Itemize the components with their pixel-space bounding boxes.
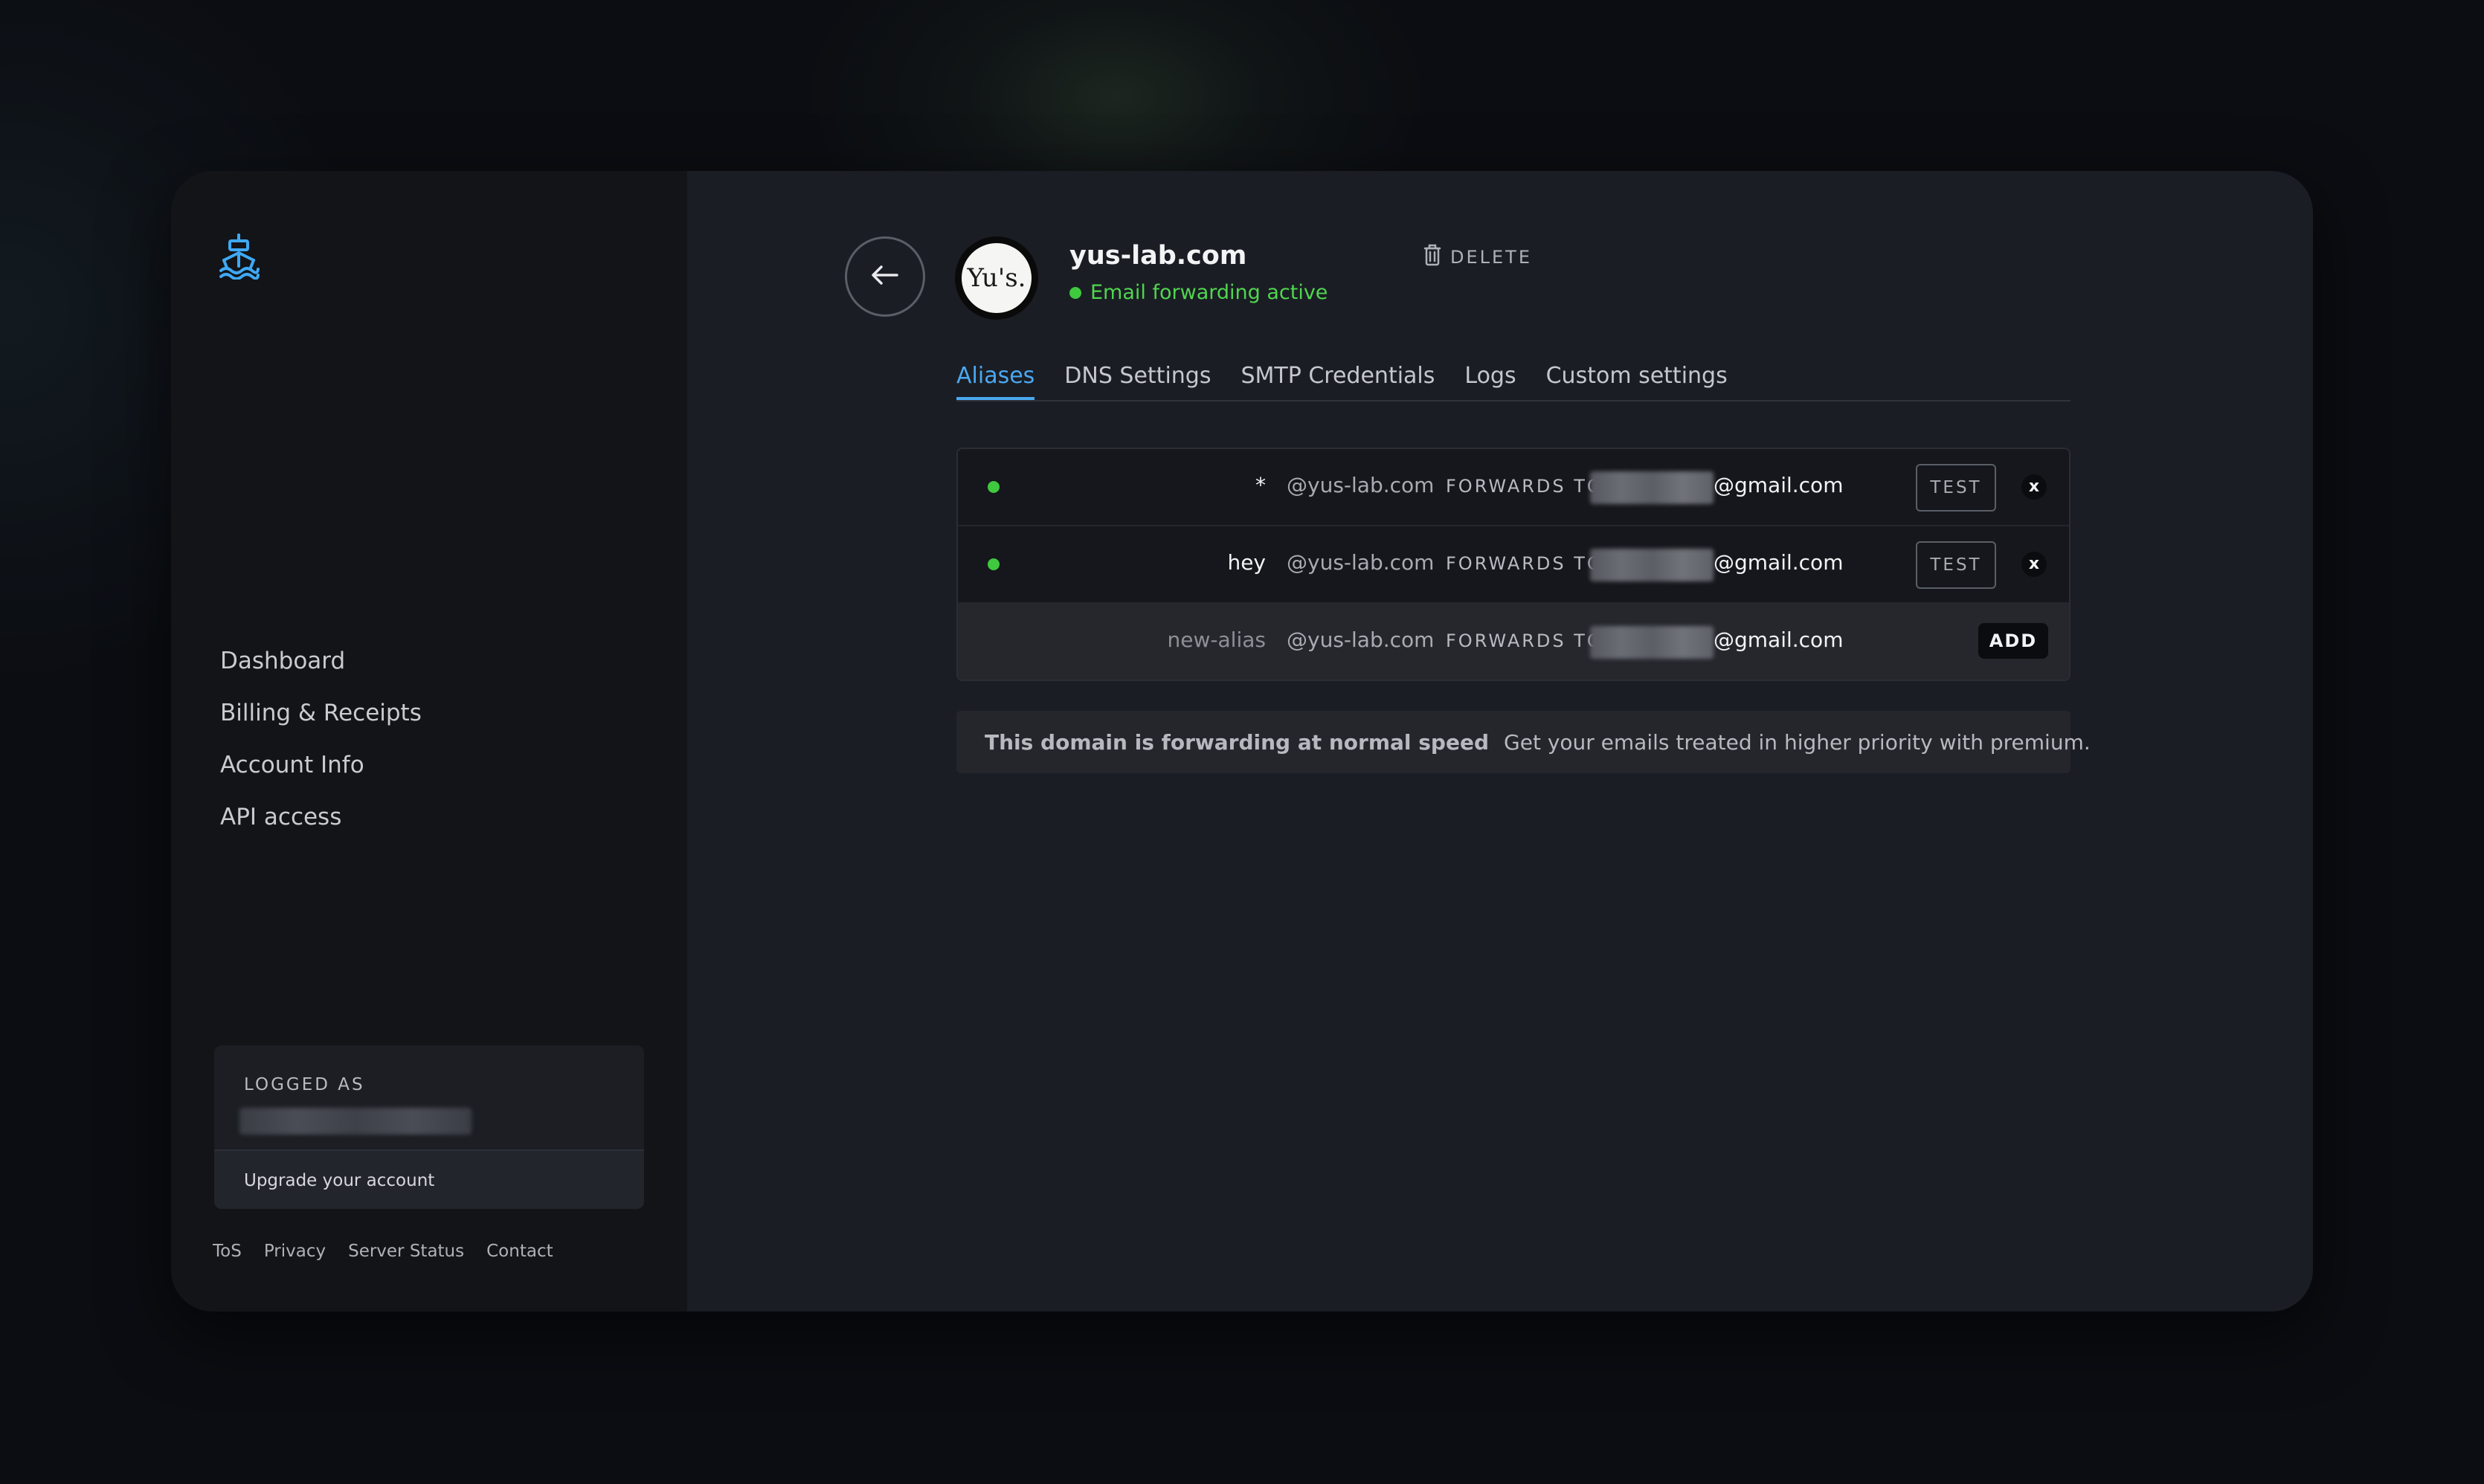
speed-notice: This domain is forwarding at normal spee… [956, 711, 2091, 773]
domain-title: yus-lab.com [1069, 241, 1247, 271]
domain-tabs: Aliases DNS Settings SMTP Credentials Lo… [956, 355, 2070, 401]
email-suffix: @gmail.com [1714, 550, 1844, 575]
arrow-left-icon [870, 264, 900, 289]
upgrade-account-link[interactable]: Upgrade your account [214, 1149, 644, 1209]
sidebar-nav: Dashboard Billing & Receipts Account Inf… [220, 635, 422, 843]
active-dot-icon [988, 481, 1000, 493]
forwarding-status: Email forwarding active [1069, 281, 1328, 304]
new-alias-input[interactable]: new-alias [1168, 628, 1266, 652]
logged-user-redacted [239, 1108, 472, 1135]
tab-custom-settings[interactable]: Custom settings [1546, 355, 1728, 400]
delete-domain-button[interactable]: DELETE [1423, 244, 1532, 271]
footer-contact-link[interactable]: Contact [486, 1242, 553, 1261]
active-dot-icon [988, 558, 1000, 570]
test-button[interactable]: TEST [1916, 464, 1996, 512]
domain-avatar: Yu's. [955, 236, 1038, 320]
remove-alias-button[interactable]: x [2021, 552, 2047, 577]
logged-as-label: LOGGED AS [244, 1075, 365, 1094]
email-suffix: @gmail.com [1714, 473, 1844, 497]
main-content: Yu's. yus-lab.com DELETE Email forwardin… [687, 171, 2313, 1312]
forwards-to-label: FORWARDS TO [1446, 553, 1603, 574]
back-button[interactable] [845, 236, 925, 317]
nav-api-access[interactable]: API access [220, 791, 422, 843]
alias-row: hey @yus-lab.com FORWARDS TO @gmail.com … [958, 526, 2069, 604]
delete-label: DELETE [1450, 247, 1533, 268]
footer-server-status-link[interactable]: Server Status [348, 1242, 464, 1261]
footer-privacy-link[interactable]: Privacy [264, 1242, 326, 1261]
nav-account-info[interactable]: Account Info [220, 739, 422, 791]
nav-billing-receipts[interactable]: Billing & Receipts [220, 687, 422, 739]
aliases-table: * @yus-lab.com FORWARDS TO @gmail.com TE… [956, 448, 2070, 681]
app-window: Dashboard Billing & Receipts Account Inf… [171, 171, 2313, 1312]
remove-alias-button[interactable]: x [2021, 474, 2047, 500]
status-dot-icon [1069, 286, 1081, 299]
tab-aliases[interactable]: Aliases [956, 355, 1035, 400]
footer-links: ToS Privacy Server Status Contact [213, 1242, 553, 1261]
alias-domain: @yus-lab.com [1287, 628, 1435, 652]
new-alias-row: new-alias @yus-lab.com FORWARDS TO @gmai… [958, 604, 2069, 680]
alias-name: hey [1227, 550, 1266, 575]
status-text: Email forwarding active [1090, 281, 1328, 304]
tab-logs[interactable]: Logs [1464, 355, 1516, 400]
redacted-email-input[interactable] [1590, 626, 1714, 659]
forwards-to-label: FORWARDS TO [1446, 630, 1603, 651]
ship-icon[interactable] [217, 232, 260, 280]
redacted-email [1590, 471, 1714, 504]
footer-tos-link[interactable]: ToS [213, 1242, 242, 1261]
alias-name: * [1255, 473, 1266, 497]
notice-heading: This domain is forwarding at normal spee… [985, 729, 1490, 755]
alias-domain: @yus-lab.com [1287, 550, 1435, 575]
forwards-to-label: FORWARDS TO [1446, 476, 1603, 497]
test-button[interactable]: TEST [1916, 541, 1996, 589]
avatar-text: Yu's. [962, 243, 1032, 313]
alias-row: * @yus-lab.com FORWARDS TO @gmail.com TE… [958, 449, 2069, 526]
tab-smtp-credentials[interactable]: SMTP Credentials [1241, 355, 1435, 400]
redacted-email [1590, 549, 1714, 581]
tab-dns-settings[interactable]: DNS Settings [1064, 355, 1211, 400]
logged-as-card: LOGGED AS Upgrade your account [214, 1045, 644, 1209]
alias-domain: @yus-lab.com [1287, 473, 1435, 497]
notice-text: Get your emails treated in higher priori… [1504, 729, 2091, 755]
sidebar: Dashboard Billing & Receipts Account Inf… [171, 171, 687, 1312]
nav-dashboard[interactable]: Dashboard [220, 635, 422, 687]
add-alias-button[interactable]: ADD [1978, 623, 2048, 659]
email-suffix: @gmail.com [1714, 628, 1844, 652]
trash-icon [1423, 244, 1441, 271]
